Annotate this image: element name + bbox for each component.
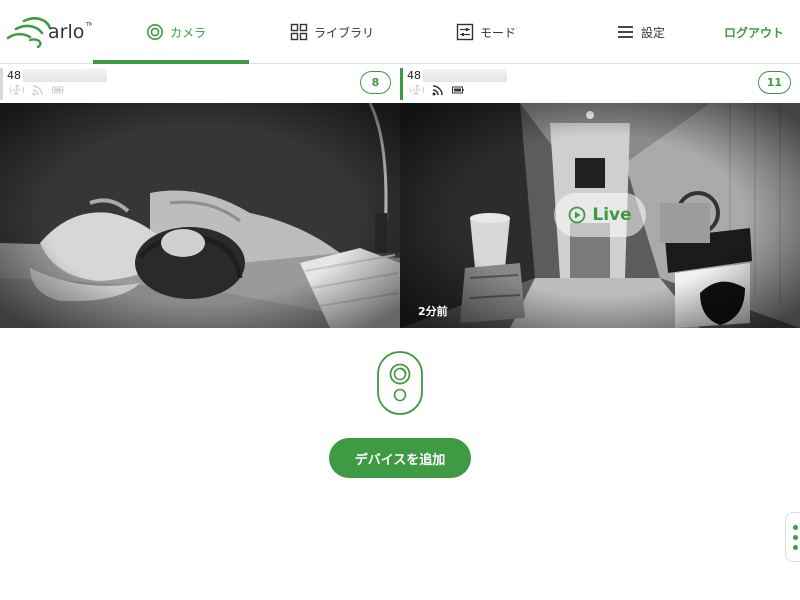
camera-1-name-redaction	[23, 69, 107, 82]
camera-icon	[147, 24, 163, 40]
snapshot-time: 2分前	[418, 305, 448, 318]
battery-icon	[52, 86, 64, 94]
camera-card-1-accent	[0, 68, 3, 100]
camera-1-feed[interactable]	[0, 103, 400, 328]
camera-card-1-header: 48 8	[0, 66, 400, 102]
nav-tab-mode-label: モード	[480, 25, 517, 40]
nav-tab-camera[interactable]: カメラ	[146, 0, 206, 64]
camera-device-icon	[377, 351, 423, 415]
side-panel-handle[interactable]	[785, 512, 800, 562]
sliders-icon	[456, 23, 474, 41]
arlo-logo[interactable]: arlo TM	[6, 14, 92, 48]
camera-card-1: 48 8	[0, 66, 400, 328]
camera-1-name: 48	[7, 69, 107, 82]
camera-2-feed[interactable]: Live 2分前	[400, 103, 800, 328]
camera-2-event-count[interactable]: 11	[757, 71, 791, 94]
camera-1-snapshot	[0, 103, 400, 328]
wifi-icon	[432, 85, 443, 96]
motion-icon	[10, 84, 24, 96]
active-tab-indicator	[93, 60, 249, 64]
camera-2-name: 48	[407, 69, 507, 82]
live-view-button[interactable]: Live	[554, 193, 646, 237]
camera-1-status-icons	[10, 84, 64, 96]
camera-1-name-text: 48	[7, 69, 21, 82]
camera-card-2-header: 48 11	[400, 66, 800, 102]
camera-2-status-icons	[410, 84, 464, 96]
nav-tab-library-label: ライブラリ	[314, 25, 375, 40]
logout-link[interactable]: ログアウト	[724, 0, 784, 64]
wifi-icon	[32, 85, 43, 96]
nav-tab-mode[interactable]: モード	[456, 0, 516, 64]
nav-tab-settings-label: 設定	[641, 25, 666, 40]
live-view-label: Live	[592, 205, 632, 225]
arlo-logo-text: arlo	[48, 21, 84, 43]
grid-icon	[290, 23, 308, 41]
nav-tab-library[interactable]: ライブラリ	[290, 0, 374, 64]
nav-tab-camera-label: カメラ	[170, 25, 207, 40]
motion-icon	[410, 84, 424, 96]
camera-1-event-count[interactable]: 8	[360, 71, 391, 94]
battery-icon	[452, 86, 464, 94]
handle-dot	[793, 534, 798, 540]
camera-card-2-accent	[400, 68, 403, 100]
handle-dot	[793, 544, 798, 550]
camera-2-name-redaction	[423, 69, 507, 82]
menu-icon	[618, 26, 633, 38]
handle-dot	[793, 524, 798, 530]
add-device-button[interactable]: デバイスを追加	[329, 438, 471, 478]
nav-tab-settings[interactable]: 設定	[617, 0, 665, 64]
top-navigation: arlo TM カメラ ライブラリ モード 設定 ログアウト	[0, 0, 800, 64]
app-window: arlo TM カメラ ライブラリ モード 設定 ログアウト 48 8 48 1…	[0, 0, 800, 600]
play-icon	[568, 206, 586, 224]
camera-card-2: 48 11 Live 2分前	[400, 66, 800, 328]
camera-2-name-text: 48	[407, 69, 421, 82]
svg-text:TM: TM	[85, 22, 92, 28]
